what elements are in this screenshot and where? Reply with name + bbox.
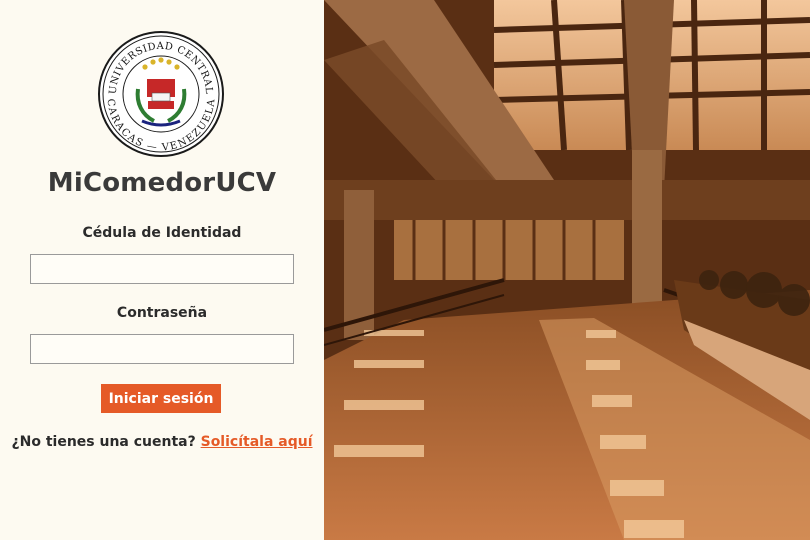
- campus-photo: [324, 0, 810, 540]
- signup-link[interactable]: Solicítala aquí: [201, 434, 313, 450]
- id-number-label: Cédula de Identidad: [82, 225, 242, 241]
- login-panel: UNIVERSIDAD CENTRAL CARACAS — VENEZUELA …: [0, 0, 324, 540]
- password-input[interactable]: [30, 334, 294, 364]
- app-title: MiComedorUCV: [47, 168, 277, 198]
- id-number-input[interactable]: [30, 254, 294, 284]
- signup-row: ¿No tienes una cuenta? Solicítala aquí: [0, 434, 324, 450]
- login-button[interactable]: Iniciar sesión: [101, 384, 221, 413]
- signup-prompt: ¿No tienes una cuenta?: [11, 434, 196, 450]
- password-label: Contraseña: [116, 305, 208, 321]
- campus-walkway-image: [324, 0, 810, 540]
- university-seal-logo: UNIVERSIDAD CENTRAL CARACAS — VENEZUELA: [98, 31, 224, 157]
